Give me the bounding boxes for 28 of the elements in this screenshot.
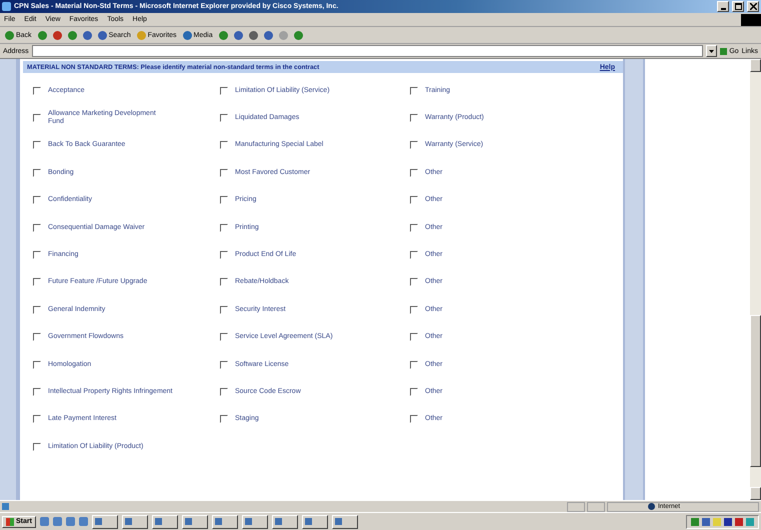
toolbar-button[interactable] [36, 30, 48, 40]
minimize-button[interactable] [717, 1, 729, 12]
toolbar-button[interactable] [66, 30, 78, 40]
toolbar-button[interactable] [232, 30, 244, 40]
taskbar-button[interactable] [332, 514, 358, 528]
toolbar-button[interactable] [262, 30, 274, 40]
taskbar-button[interactable] [212, 514, 238, 528]
taskbar-button[interactable] [122, 514, 148, 528]
taskbar-button[interactable] [152, 514, 178, 528]
toolbar-button[interactable] [82, 30, 93, 40]
dropdown-button[interactable] [706, 45, 718, 57]
toolbar-button[interactable] [292, 30, 304, 40]
address-field[interactable] [32, 45, 704, 57]
status-panel [587, 502, 605, 512]
taskbar-button[interactable] [92, 514, 118, 528]
scrollbar[interactable] [750, 59, 761, 500]
status-panel [567, 502, 585, 512]
toolbar-button[interactable] [52, 30, 63, 40]
taskbar-button[interactable] [302, 514, 328, 528]
toolbar-button[interactable] [218, 30, 229, 40]
toolbar-button[interactable] [248, 30, 259, 40]
caret-icon [709, 50, 714, 52]
taskbar-button[interactable] [182, 514, 208, 528]
page-icon [2, 503, 9, 510]
taskbar-button[interactable] [242, 514, 268, 528]
taskbar-button[interactable] [272, 514, 298, 528]
maximize-button[interactable] [732, 1, 744, 12]
close-button[interactable] [747, 1, 759, 12]
